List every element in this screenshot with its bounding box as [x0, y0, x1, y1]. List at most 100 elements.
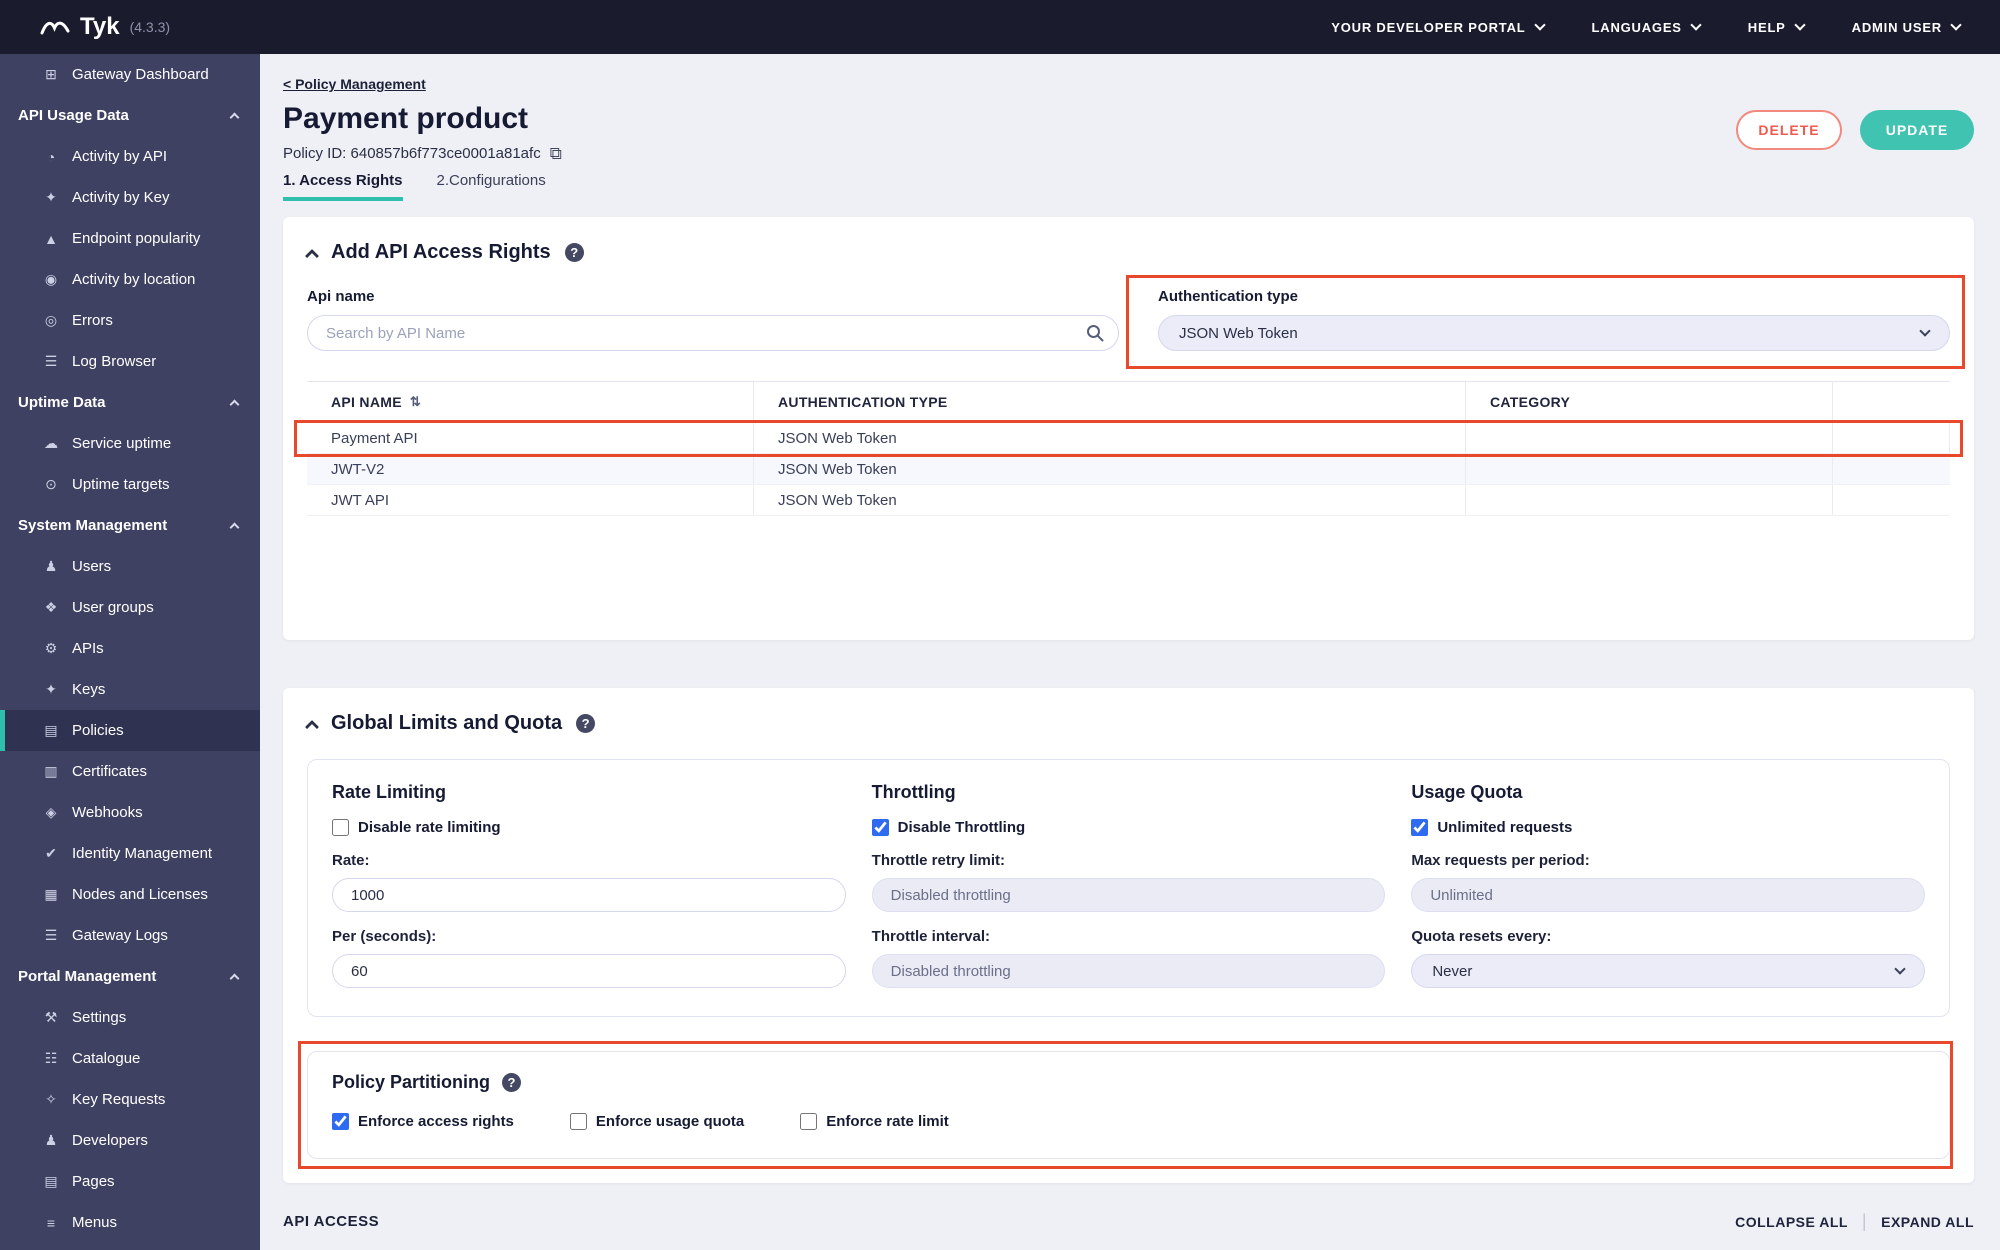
- sidebar-section-uptime-data[interactable]: Uptime Data: [0, 382, 260, 423]
- update-button[interactable]: UPDATE: [1860, 110, 1974, 150]
- limits-card: Global Limits and Quota ? Rate Limiting …: [283, 688, 1974, 1183]
- wrench-icon: ⚒: [44, 1009, 58, 1025]
- sidebar-item-certificates[interactable]: ▥ Certificates: [0, 751, 260, 792]
- sidebar-item-developers[interactable]: ♟ Developers: [0, 1120, 260, 1161]
- table-row-jwt-api[interactable]: JWT API JSON Web Token: [307, 485, 1950, 516]
- sidebar-item-label: APIs: [72, 640, 104, 657]
- sidebar-item-label: Service uptime: [72, 435, 172, 452]
- quota-resets-select[interactable]: Never: [1411, 954, 1925, 988]
- gear-icon: ⚙: [44, 640, 58, 656]
- sidebar-item-menus[interactable]: ≡ Menus: [0, 1202, 260, 1243]
- copy-icon[interactable]: ⧉: [550, 145, 562, 162]
- collapse-chevron-icon[interactable]: [304, 248, 320, 264]
- sidebar-item-identity-management[interactable]: ✔ Identity Management: [0, 833, 260, 874]
- page-icon: ▤: [44, 1173, 58, 1189]
- sidebar-section-api-usage-data[interactable]: API Usage Data: [0, 95, 260, 136]
- tyk-logo[interactable]: Tyk (4.3.3): [40, 13, 170, 41]
- auth-type-label: Authentication type: [1158, 288, 1299, 305]
- throttle-retry-limit-input: [871, 878, 1386, 912]
- disable-rate-limiting-checkbox[interactable]: [332, 819, 349, 836]
- tab-configurations[interactable]: 2.Configurations: [437, 172, 546, 201]
- cell-auth-type: JSON Web Token: [754, 454, 1466, 484]
- sort-icon[interactable]: ⇅: [410, 394, 421, 410]
- sidebar-item-settings[interactable]: ⚒ Settings: [0, 997, 260, 1038]
- menu-icon: ≡: [46, 1214, 56, 1231]
- enforce-rate-limit-checkbox[interactable]: [800, 1113, 818, 1130]
- errors-icon: ◎: [44, 312, 58, 328]
- sidebar-item-apis[interactable]: ⚙ APIs: [0, 628, 260, 669]
- chevron-down-icon: [1919, 325, 1931, 337]
- sidebar-item-activity-by-location[interactable]: ◉ Activity by location: [0, 259, 260, 300]
- footer-separator: |: [1861, 1211, 1868, 1231]
- throttling-column: Throttling Disable Throttling Throttle r…: [871, 782, 1386, 988]
- tyk-logo-icon: [40, 21, 70, 35]
- key-icon: ✦: [45, 681, 57, 697]
- tab-access-rights[interactable]: 1. Access Rights: [283, 172, 403, 201]
- sidebar-section-portal-management[interactable]: Portal Management: [0, 956, 260, 997]
- auth-type-select[interactable]: JSON Web Token: [1158, 315, 1950, 351]
- sidebar-item-activity-by-api[interactable]: ◔ Activity by API: [0, 136, 260, 177]
- sidebar-section-label: API Usage Data: [18, 107, 129, 124]
- table-row-payment-api[interactable]: Payment API JSON Web Token: [294, 420, 1963, 457]
- sidebar-item-service-uptime[interactable]: ☁ Service uptime: [0, 423, 260, 464]
- delete-button[interactable]: DELETE: [1736, 110, 1842, 150]
- help-icon[interactable]: ?: [564, 243, 584, 262]
- api-search-input[interactable]: [307, 315, 1119, 351]
- sidebar-item-endpoint-popularity[interactable]: ▲ Endpoint popularity: [0, 218, 260, 259]
- activity-chart-icon: ◔: [46, 148, 56, 165]
- menu-label: HELP: [1747, 19, 1786, 35]
- monitor-icon: ⊞: [45, 66, 57, 82]
- column-header-api-name[interactable]: API NAME ⇅: [307, 382, 754, 422]
- sidebar-item-catalogue[interactable]: ☷ Catalogue: [0, 1038, 260, 1079]
- menu-developer-portal[interactable]: YOUR DEVELOPER PORTAL: [1331, 19, 1546, 35]
- sidebar-item-uptime-targets[interactable]: ⊙ Uptime targets: [0, 464, 260, 505]
- sidebar-item-gateway-dashboard[interactable]: ⊞ Gateway Dashboard: [0, 54, 260, 95]
- enforce-access-rights-checkbox[interactable]: [332, 1113, 349, 1130]
- help-icon[interactable]: ?: [576, 714, 596, 733]
- sidebar-section-label: Uptime Data: [18, 394, 106, 411]
- sidebar-item-policies[interactable]: ▤ Policies: [0, 710, 260, 751]
- sidebar-item-users[interactable]: ♟ Users: [0, 546, 260, 587]
- help-icon[interactable]: ?: [502, 1073, 522, 1092]
- sidebar-item-keys[interactable]: ✦ Keys: [0, 669, 260, 710]
- expand-all-button[interactable]: EXPAND ALL: [1881, 1214, 1974, 1230]
- rate-input[interactable]: [332, 878, 846, 912]
- sidebar-item-user-groups[interactable]: ❖ User groups: [0, 587, 260, 628]
- api-table-header: API NAME ⇅ AUTHENTICATION TYPE CATEGORY: [307, 381, 1950, 423]
- api-access-section-header[interactable]: API ACCESS: [283, 1213, 379, 1230]
- page-footer: API ACCESS COLLAPSE ALL | EXPAND ALL: [283, 1211, 1974, 1232]
- sidebar-section-label: System Management: [18, 517, 168, 534]
- per-seconds-input[interactable]: [332, 954, 846, 988]
- topbar-menus: YOUR DEVELOPER PORTAL LANGUAGES HELP ADM…: [1331, 19, 1962, 35]
- enforce-usage-quota-checkbox[interactable]: [569, 1113, 587, 1130]
- rate-label: Rate:: [332, 852, 370, 869]
- menu-admin-user[interactable]: ADMIN USER: [1852, 19, 1962, 35]
- throttle-retry-limit-label: Throttle retry limit:: [871, 852, 1006, 869]
- collapse-chevron-icon[interactable]: [304, 719, 320, 735]
- sidebar-item-gateway-logs[interactable]: ☰ Gateway Logs: [0, 915, 260, 956]
- table-row-jwt-v2[interactable]: JWT-V2 JSON Web Token: [307, 454, 1950, 485]
- sidebar-item-log-browser[interactable]: ☰ Log Browser: [0, 341, 260, 382]
- breadcrumb[interactable]: < Policy Management: [283, 76, 426, 92]
- unlimited-requests-checkbox[interactable]: [1411, 819, 1429, 836]
- sidebar-item-label: Activity by API: [72, 148, 168, 165]
- disable-throttling-checkbox[interactable]: [871, 819, 889, 836]
- limits-box: Rate Limiting Disable rate limiting Rate…: [307, 759, 1950, 1017]
- sidebar-item-pages[interactable]: ▤ Pages: [0, 1161, 260, 1202]
- policy-partitioning-options: Enforce access rights Enforce usage quot…: [332, 1113, 1925, 1130]
- sidebar-section-system-management[interactable]: System Management: [0, 505, 260, 546]
- webhook-icon: ◈: [45, 804, 57, 820]
- sidebar-item-webhooks[interactable]: ◈ Webhooks: [0, 792, 260, 833]
- sidebar-item-label: Log Browser: [72, 353, 157, 370]
- sidebar-item-activity-by-key[interactable]: ✦ Activity by Key: [0, 177, 260, 218]
- sidebar-item-errors[interactable]: ◎ Errors: [0, 300, 260, 341]
- card-title: Global Limits and Quota: [331, 712, 563, 734]
- menu-help[interactable]: HELP: [1747, 19, 1806, 35]
- collapse-all-button[interactable]: COLLAPSE ALL: [1735, 1214, 1848, 1230]
- sidebar-item-nodes-and-licenses[interactable]: ▦ Nodes and Licenses: [0, 874, 260, 915]
- rate-limiting-title: Rate Limiting: [332, 782, 447, 802]
- column-header-empty: [1833, 382, 1950, 422]
- quota-resets-value: Never: [1432, 962, 1473, 980]
- menu-languages[interactable]: LANGUAGES: [1592, 19, 1702, 35]
- sidebar-item-key-requests[interactable]: ✧ Key Requests: [0, 1079, 260, 1120]
